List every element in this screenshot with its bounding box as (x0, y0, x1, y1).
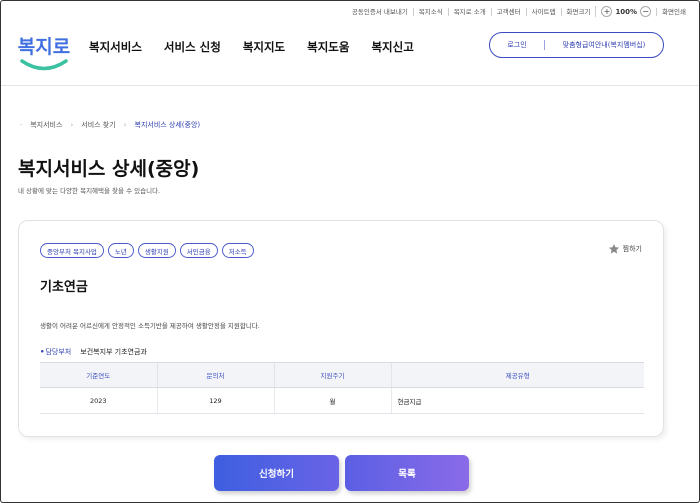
site-logo[interactable]: 복지로 (17, 28, 71, 76)
department-row: • 담당부처 보건복지부 기초연금과 (40, 347, 147, 357)
service-card: 중앙부처 복지사업 노년 생활지원 서민금융 저소득 찜하기 기초연금 생활이 … (18, 220, 664, 437)
nav-welfare-map[interactable]: 복지지도 (243, 39, 285, 55)
nav-welfare-report[interactable]: 복지신고 (371, 39, 413, 55)
tag-senior[interactable]: 노년 (107, 243, 134, 258)
home-icon[interactable]: · (20, 121, 22, 129)
favorite-label: 찜하기 (622, 245, 642, 253)
tag-finance[interactable]: 서민금융 (179, 243, 218, 258)
util-link-support[interactable]: 고객센터 (490, 7, 526, 16)
user-menu: 로그인 맞춤형급여안내(복지멤버십) (489, 32, 664, 58)
cell-cycle: 월 (273, 387, 391, 414)
department-label: 담당부처 (45, 348, 72, 356)
util-link-about[interactable]: 복지로 소개 (447, 7, 491, 16)
util-link-print[interactable]: 화면인쇄 (656, 7, 691, 16)
cell-type: 현금지급 (390, 387, 644, 414)
utility-bar: 공동인증서 내보내기 복지소식 복지로 소개 고객센터 사이트맵 화면크기 + … (347, 6, 691, 17)
zoom-value: 100% (615, 7, 638, 16)
login-link[interactable]: 로그인 (490, 40, 544, 50)
util-link-news[interactable]: 복지소식 (412, 7, 448, 16)
tag-central-ministry[interactable]: 중앙부처 복지사업 (40, 243, 104, 258)
page-frame: 공동인증서 내보내기 복지소식 복지로 소개 고객센터 사이트맵 화면크기 + … (0, 0, 700, 503)
breadcrumb-item-search[interactable]: 서비스 찾기 (81, 120, 115, 130)
service-title: 기초연금 (40, 280, 88, 295)
chevron-right-icon: › (123, 121, 127, 129)
breadcrumb-item-current: 복지서비스 상세(중앙) (134, 121, 201, 129)
tag-low-income[interactable]: 저소득 (221, 243, 254, 258)
star-icon (608, 244, 619, 254)
breadcrumb-item-welfare[interactable]: 복지서비스 (30, 120, 62, 130)
cell-year: 2023 (40, 387, 157, 414)
breadcrumb: · 복지서비스 › 서비스 찾기 › 복지서비스 상세(중앙) (20, 120, 200, 130)
service-tags: 중앙부처 복지사업 노년 생활지원 서민금융 저소득 (40, 243, 254, 258)
col-header-type: 제공유형 (390, 362, 644, 388)
chevron-right-icon: › (70, 121, 74, 129)
table-header-row: 기준연도 문의처 지원주기 제공유형 (40, 362, 644, 388)
page-subtitle: 내 상황에 맞는 다양한 복지혜택을 찾을 수 있습니다. (18, 187, 161, 195)
page-title: 복지서비스 상세(중앙) (18, 158, 200, 180)
tag-living-support[interactable]: 생활지원 (137, 243, 176, 258)
zoom-control: + 100% − (595, 6, 656, 17)
table-row: 2023 129 월 현금지급 (40, 387, 644, 414)
nav-welfare-services[interactable]: 복지서비스 (89, 39, 142, 55)
service-description: 생활이 어려운 어르신에게 안정적인 소득기반을 제공하여 생활안정을 지원합니… (40, 322, 260, 330)
service-info-table: 기준연도 문의처 지원주기 제공유형 2023 129 월 현금지급 (40, 362, 644, 414)
bullet-icon: • (40, 348, 45, 356)
nav-service-apply[interactable]: 서비스 신청 (164, 39, 221, 55)
util-label-zoom: 화면크기 (560, 7, 596, 16)
zoom-in-button[interactable]: + (601, 6, 613, 17)
util-link-sitemap[interactable]: 사이트맵 (525, 7, 561, 16)
favorite-button[interactable]: 찜하기 (608, 243, 642, 255)
main-nav: 복지서비스 서비스 신청 복지지도 복지도움 복지신고 (89, 39, 414, 55)
nav-welfare-help[interactable]: 복지도움 (307, 39, 349, 55)
logo-icon: 복지로 (18, 36, 70, 71)
department-value: 보건복지부 기초연금과 (80, 348, 147, 356)
apply-button[interactable]: 신청하기 (214, 455, 339, 491)
header-divider (1, 85, 699, 86)
util-link-cert-export[interactable]: 공동인증서 내보내기 (347, 8, 413, 16)
zoom-out-button[interactable]: − (640, 6, 652, 17)
logo-text: 복지로 (18, 36, 70, 58)
col-header-contact: 문의처 (156, 362, 274, 388)
list-button[interactable]: 목록 (345, 455, 469, 491)
custom-benefit-link[interactable]: 맞춤형급여안내(복지멤버십) (545, 40, 663, 50)
col-header-year: 기준연도 (40, 362, 157, 388)
col-header-cycle: 지원주기 (273, 362, 391, 388)
cell-contact: 129 (156, 387, 274, 414)
